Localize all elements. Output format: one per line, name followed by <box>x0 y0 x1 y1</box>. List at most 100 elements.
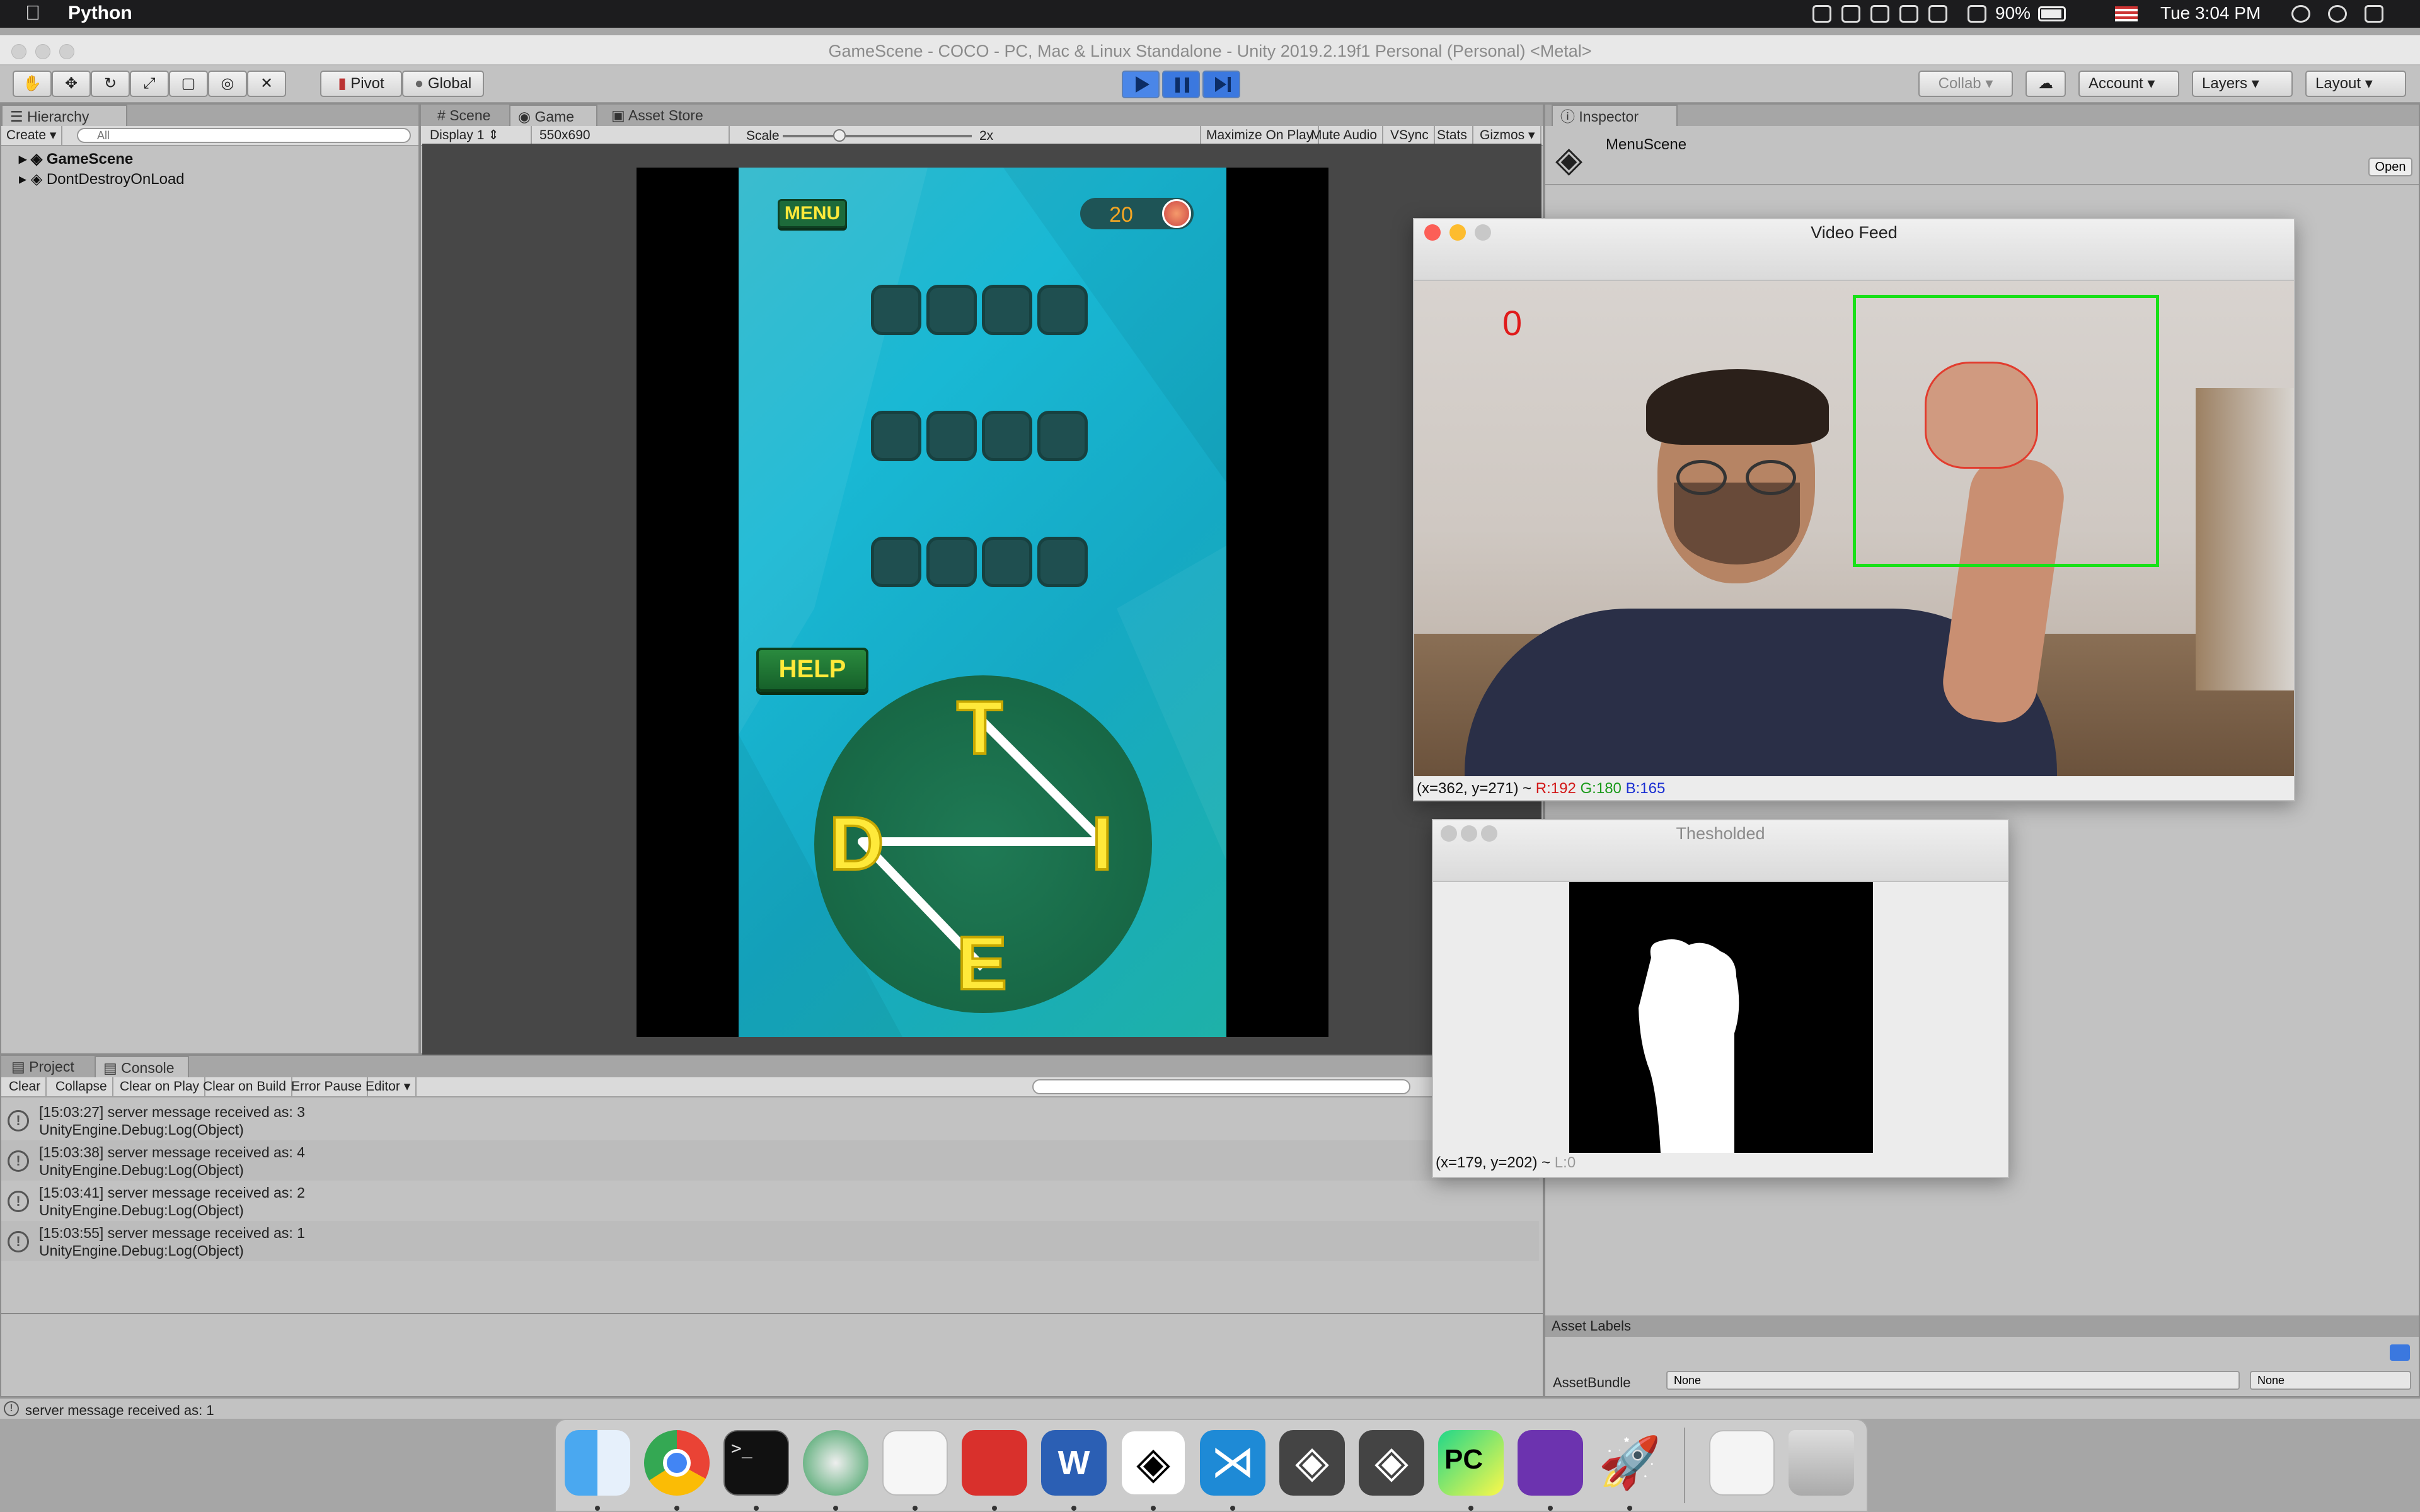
tab-inspector[interactable]: ⓘ Inspector <box>1552 105 1678 126</box>
log-entry[interactable]: ! [15:03:27] server message received as:… <box>1 1100 1539 1140</box>
display-dropdown[interactable]: Display 1 ⇕ <box>425 126 532 145</box>
visual-studio-icon[interactable] <box>1518 1430 1583 1496</box>
clear-on-build-button[interactable]: Clear on Build <box>198 1077 292 1096</box>
asset-variant-dropdown[interactable]: None <box>2250 1371 2411 1390</box>
unity-icon[interactable]: ◈ <box>1121 1430 1186 1496</box>
pdf-icon[interactable] <box>962 1430 1027 1496</box>
unity-icon[interactable]: ◈ <box>1359 1430 1424 1496</box>
wheel-letter[interactable]: D <box>828 800 885 887</box>
pivot-button[interactable]: ▮ Pivot <box>320 71 402 97</box>
cloud-icon[interactable]: ☁ <box>2025 71 2066 97</box>
move-tool-icon[interactable]: ✥ <box>52 71 91 97</box>
scale-slider[interactable] <box>783 135 972 137</box>
clear-on-play-button[interactable]: Clear on Play <box>115 1077 206 1096</box>
layout-dropdown[interactable]: Layout ▾ <box>2305 71 2406 97</box>
battery-icon[interactable] <box>2038 6 2066 21</box>
wifi-icon[interactable] <box>1968 5 1986 23</box>
document-icon[interactable] <box>1709 1430 1775 1496</box>
step-button[interactable] <box>1202 71 1240 98</box>
pycharm-icon[interactable]: PC <box>1438 1430 1504 1496</box>
log-trace: UnityEngine.Debug:Log(Object) <box>39 1242 244 1259</box>
game-screen[interactable]: MENU 20 HELP T I E D <box>739 168 1226 1037</box>
trash-icon[interactable] <box>1789 1430 1854 1496</box>
hand-tool-icon[interactable]: ✋ <box>13 71 52 97</box>
vsync-toggle[interactable]: VSync <box>1385 126 1435 145</box>
pause-button[interactable] <box>1162 71 1200 98</box>
running-indicator <box>595 1506 600 1511</box>
roi-box <box>1853 295 2159 567</box>
resolution-dropdown[interactable]: 550x690 <box>534 126 730 145</box>
finder-icon[interactable] <box>565 1430 630 1496</box>
custom-tool-icon[interactable]: ✕ <box>247 71 286 97</box>
stats-toggle[interactable]: Stats <box>1432 126 1473 145</box>
info-icon: ! <box>8 1110 29 1131</box>
editor-dropdown[interactable]: Editor ▾ <box>360 1077 417 1096</box>
transform-tool-icon[interactable]: ◎ <box>208 71 247 97</box>
hierarchy-item[interactable]: ▸ ◈ DontDestroyOnLoad <box>19 170 185 188</box>
collab-button[interactable]: Collab ▾ <box>1918 71 2013 97</box>
log-entry[interactable]: ! [15:03:55] server message received as:… <box>1 1221 1539 1261</box>
hierarchy-item-label: DontDestroyOnLoad <box>46 171 185 188</box>
tab-scene[interactable]: # Scene <box>430 105 498 126</box>
scale-tool-icon[interactable]: ⤢ <box>130 71 169 97</box>
notification-center-icon[interactable] <box>2365 5 2383 23</box>
unity-scene-icon: ◈ <box>1555 139 1583 179</box>
console-search-input[interactable] <box>1032 1079 1410 1094</box>
wheel-letter[interactable]: T <box>955 684 1004 771</box>
collapse-button[interactable]: Collapse <box>50 1077 113 1096</box>
siri-icon[interactable] <box>2328 5 2347 23</box>
error-pause-button[interactable]: Error Pause <box>286 1077 369 1096</box>
search-icon[interactable] <box>2291 5 2310 23</box>
mute-audio-toggle[interactable]: Mute Audio <box>1306 126 1384 145</box>
status-icon[interactable] <box>1812 5 1831 23</box>
terminal-icon[interactable]: >_ <box>723 1430 789 1496</box>
hierarchy-item[interactable]: ▸ ◈ GameScene <box>19 150 133 168</box>
global-button[interactable]: ● Global <box>402 71 484 97</box>
gizmos-dropdown[interactable]: Gizmos ▾ <box>1475 126 1541 145</box>
wheel-letter[interactable]: E <box>955 920 1008 1007</box>
wheel-letter[interactable]: I <box>1090 800 1114 887</box>
flag-icon[interactable] <box>2115 6 2138 21</box>
status-icon[interactable] <box>1899 5 1918 23</box>
asset-labels-header[interactable]: Asset Labels <box>1545 1315 2419 1337</box>
hierarchy-search-input[interactable] <box>77 128 411 143</box>
clear-button[interactable]: Clear <box>4 1077 47 1096</box>
hierarchy-tabstrip: ☰ Hierarchy <box>1 105 418 126</box>
log-entry[interactable]: ! [15:03:41] server message received as:… <box>1 1181 1539 1221</box>
status-message[interactable]: server message received as: 1 <box>25 1402 214 1419</box>
status-icon[interactable] <box>1841 5 1860 23</box>
open-button[interactable]: Open <box>2368 158 2412 176</box>
play-button[interactable] <box>1122 71 1160 98</box>
rotate-tool-icon[interactable]: ↻ <box>91 71 130 97</box>
rect-tool-icon[interactable]: ▢ <box>169 71 208 97</box>
tab-console[interactable]: ▤ Console <box>95 1056 189 1077</box>
rocket-icon[interactable]: 🚀 <box>1597 1430 1662 1496</box>
chrome-icon[interactable] <box>644 1430 710 1496</box>
tab-hierarchy[interactable]: ☰ Hierarchy <box>1 105 127 126</box>
clock[interactable]: Tue 3:04 PM <box>2160 3 2261 23</box>
unity-icon[interactable]: ◈ <box>1279 1430 1345 1496</box>
hierarchy-panel: ☰ Hierarchy Create ▾ ▸ ◈ GameScene ▸ ◈ D… <box>0 103 420 1055</box>
dropbox-icon[interactable] <box>1870 5 1889 23</box>
apple-icon[interactable]:  <box>25 1 40 25</box>
textedit-icon[interactable] <box>882 1430 948 1496</box>
scale-slider-handle[interactable] <box>833 129 846 142</box>
console-panel: ▤ Project ▤ Console Clear Collapse Clear… <box>0 1055 1544 1397</box>
tab-game[interactable]: ◉ Game <box>509 105 597 126</box>
create-button[interactable]: Create ▾ <box>1 126 63 145</box>
account-dropdown[interactable]: Account ▾ <box>2078 71 2179 97</box>
log-entry[interactable]: ! [15:03:38] server message received as:… <box>1 1140 1539 1181</box>
tab-project[interactable]: ▤ Project <box>4 1056 82 1077</box>
network-icon[interactable] <box>803 1430 868 1496</box>
log-trace: UnityEngine.Debug:Log(Object) <box>39 1202 244 1218</box>
maximize-on-play-toggle[interactable]: Maximize On Play <box>1200 126 1320 145</box>
asset-bundle-label: AssetBundle <box>1553 1375 1631 1390</box>
layers-dropdown[interactable]: Layers ▾ <box>2192 71 2293 97</box>
tab-asset-store[interactable]: ▣ Asset Store <box>604 105 711 126</box>
vscode-icon[interactable]: ⋊ <box>1200 1430 1265 1496</box>
status-icon[interactable] <box>1928 5 1947 23</box>
app-name[interactable]: Python <box>68 3 132 24</box>
label-tag-icon[interactable] <box>2390 1344 2410 1361</box>
asset-bundle-dropdown[interactable]: None <box>1666 1371 2240 1390</box>
word-icon[interactable]: W <box>1041 1430 1107 1496</box>
